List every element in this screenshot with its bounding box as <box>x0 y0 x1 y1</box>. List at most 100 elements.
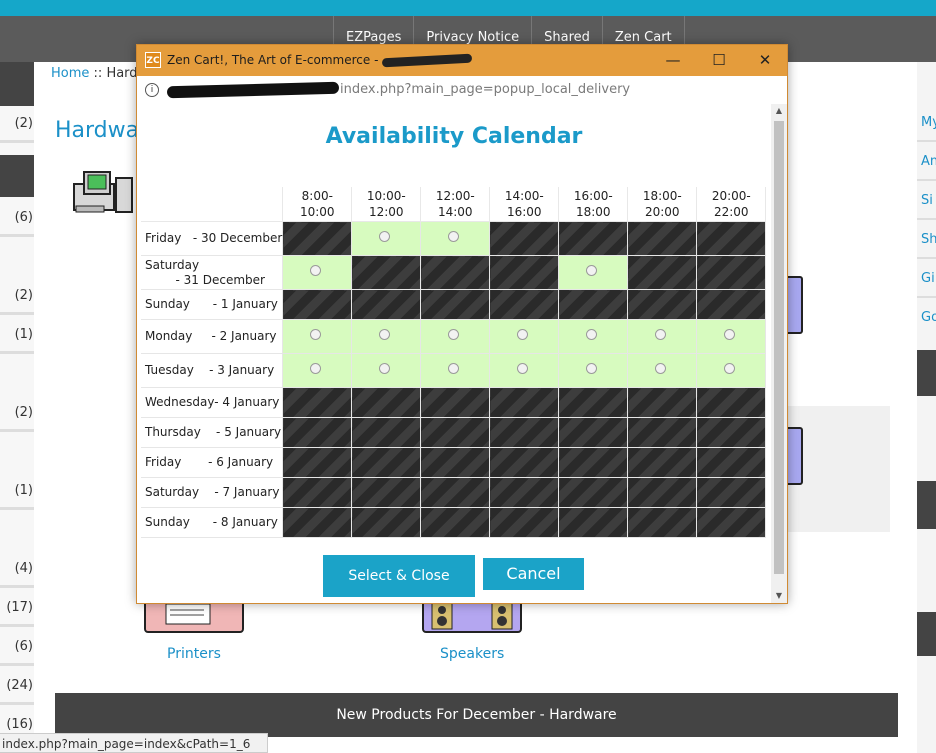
available-slot[interactable] <box>558 319 629 354</box>
popup-scrollbar[interactable]: ▲ ▼ <box>771 104 787 603</box>
category-count: (1) <box>14 483 33 498</box>
browser-status-url: index.php?main_page=index&cPath=1_6 <box>0 733 268 753</box>
available-slot[interactable] <box>489 319 560 354</box>
slot-radio-button[interactable] <box>655 362 667 374</box>
slot-radio-button[interactable] <box>379 230 391 242</box>
available-slot[interactable] <box>351 353 422 388</box>
slot-radio-button[interactable] <box>448 362 460 374</box>
unavailable-slot <box>627 507 698 538</box>
available-slot[interactable] <box>489 353 560 388</box>
scroll-down-icon[interactable]: ▼ <box>771 589 787 603</box>
slot-radio-button[interactable] <box>724 362 736 374</box>
minimize-button[interactable]: — <box>650 45 696 76</box>
scroll-up-icon[interactable]: ▲ <box>771 104 787 118</box>
day-label: Monday - 2 January <box>141 319 284 354</box>
slot-radio-button[interactable] <box>724 328 736 340</box>
redaction-mark <box>166 81 340 99</box>
slot-radio-button[interactable] <box>586 362 598 374</box>
available-slot[interactable] <box>420 353 491 388</box>
speaker-icon[interactable] <box>422 600 522 633</box>
sidebar-link[interactable]: An <box>921 154 936 169</box>
breadcrumb: Home :: Hard <box>51 66 138 81</box>
unavailable-slot <box>696 387 767 418</box>
slot-radio-button[interactable] <box>448 230 460 242</box>
unavailable-slot <box>627 221 698 256</box>
calendar-day-row: Monday - 2 January <box>141 319 767 354</box>
available-slot[interactable] <box>558 255 629 290</box>
available-slot[interactable] <box>696 319 767 354</box>
address-bar[interactable]: i index.php?main_page=popup_local_delive… <box>137 76 787 105</box>
slot-radio-button[interactable] <box>310 362 322 374</box>
available-slot[interactable] <box>420 221 491 256</box>
available-slot[interactable] <box>558 353 629 388</box>
category-count: (1) <box>14 327 33 342</box>
sidebar-link[interactable]: Gi <box>921 271 936 286</box>
time-slot-header: 10:00- 12:00 <box>351 187 422 222</box>
availability-calendar: 8:00- 10:00 10:00- 12:00 12:00- 14:00 14:00- 16… <box>141 187 767 538</box>
available-slot[interactable] <box>282 319 353 354</box>
unavailable-slot <box>627 387 698 418</box>
unavailable-slot <box>489 289 560 320</box>
available-slot[interactable] <box>282 255 353 290</box>
available-slot[interactable] <box>420 319 491 354</box>
available-slot[interactable] <box>696 353 767 388</box>
divider <box>0 351 34 354</box>
day-label: Friday - 30 December <box>141 221 284 256</box>
slot-radio-button[interactable] <box>586 264 598 276</box>
category-count: (4) <box>14 561 33 576</box>
scroll-thumb[interactable] <box>774 121 784 574</box>
unavailable-slot <box>420 387 491 418</box>
printer-icon[interactable] <box>144 600 244 633</box>
slot-radio-button[interactable] <box>379 328 391 340</box>
unavailable-slot <box>558 507 629 538</box>
maximize-button[interactable]: ☐ <box>696 45 742 76</box>
category-speakers-link[interactable]: Speakers <box>440 646 504 662</box>
slot-radio-button[interactable] <box>310 328 322 340</box>
time-slot-label: 14:00- <box>504 189 544 203</box>
available-slot[interactable] <box>627 319 698 354</box>
sidebar-header <box>917 350 936 396</box>
breadcrumb-home-link[interactable]: Home <box>51 66 89 81</box>
available-slot[interactable] <box>351 221 422 256</box>
left-sidebar: (2) (6) (2) (1) (2) (1) (4) (17) (6) (24… <box>0 62 34 753</box>
unavailable-slot <box>696 477 767 508</box>
available-slot[interactable] <box>627 353 698 388</box>
slot-radio-button[interactable] <box>310 264 322 276</box>
calendar-title: Availability Calendar <box>325 124 583 149</box>
unavailable-slot <box>489 417 560 448</box>
divider <box>917 296 936 298</box>
cancel-button[interactable]: Cancel <box>483 558 584 590</box>
close-window-button[interactable]: ✕ <box>742 45 787 76</box>
calendar-day-row: Thursday - 5 January <box>141 417 767 448</box>
slot-radio-button[interactable] <box>517 328 529 340</box>
category-count: (2) <box>14 405 33 420</box>
sidebar-link[interactable]: Go <box>921 310 936 325</box>
available-slot[interactable] <box>282 353 353 388</box>
select-and-close-button[interactable]: Select & Close <box>323 555 475 597</box>
info-icon[interactable]: i <box>145 83 159 97</box>
slot-radio-button[interactable] <box>586 328 598 340</box>
unavailable-slot <box>696 447 767 478</box>
sidebar-link[interactable]: Si <box>921 193 936 208</box>
calendar-day-row: Friday - 30 December <box>141 221 767 256</box>
day-label: Wednesday- 4 January <box>141 387 284 418</box>
computer-icon[interactable] <box>72 170 136 216</box>
category-printers-link[interactable]: Printers <box>167 646 221 662</box>
sidebar-header <box>0 62 34 106</box>
slot-radio-button[interactable] <box>379 362 391 374</box>
unavailable-slot <box>351 507 422 538</box>
unavailable-slot <box>351 447 422 478</box>
sidebar-link[interactable]: Sh <box>921 232 936 247</box>
unavailable-slot <box>489 507 560 538</box>
slot-radio-button[interactable] <box>448 328 460 340</box>
sidebar-link[interactable]: My <box>921 115 936 130</box>
available-slot[interactable] <box>351 319 422 354</box>
divider <box>0 140 34 143</box>
unavailable-slot <box>282 289 353 320</box>
unavailable-slot <box>558 221 629 256</box>
slot-radio-button[interactable] <box>655 328 667 340</box>
unavailable-slot <box>558 417 629 448</box>
calendar-day-row: Tuesday - 3 January <box>141 353 767 388</box>
window-titlebar[interactable]: ZC Zen Cart!, The Art of E-commerce - — … <box>137 45 787 76</box>
slot-radio-button[interactable] <box>517 362 529 374</box>
